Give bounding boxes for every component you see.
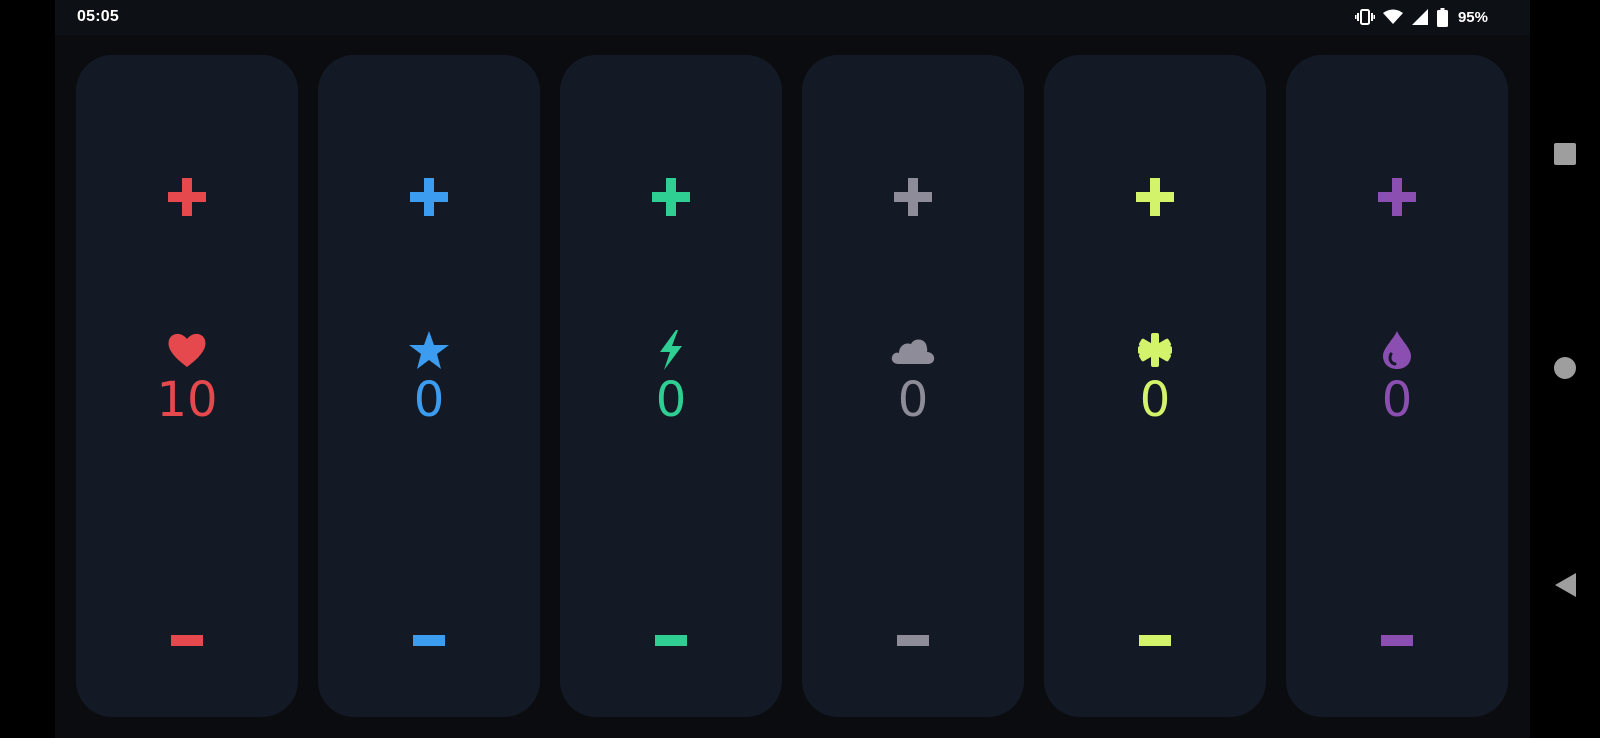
cloud-icon (891, 339, 935, 364)
decrement-button[interactable] (560, 590, 782, 690)
decrement-button[interactable] (1044, 590, 1266, 690)
counter-card-lime: 0 (1044, 55, 1266, 717)
battery-icon (1436, 7, 1448, 27)
decrement-button[interactable] (1286, 590, 1508, 690)
plus-icon (894, 178, 932, 216)
increment-button[interactable] (1044, 147, 1266, 247)
vibrate-icon (1354, 9, 1375, 25)
decrement-button[interactable] (76, 590, 298, 690)
increment-button[interactable] (560, 147, 782, 247)
counter-value: 0 (413, 372, 445, 428)
minus-icon (897, 634, 929, 646)
counter-display: 0 (560, 330, 782, 428)
recents-button[interactable] (1530, 124, 1600, 184)
plus-icon (410, 178, 448, 216)
asterisk-icon (1138, 333, 1172, 367)
star-icon (409, 331, 449, 369)
increment-button[interactable] (76, 147, 298, 247)
plus-icon (1378, 178, 1416, 216)
counter-display: 10 (76, 330, 298, 428)
back-triangle-icon (1555, 573, 1576, 597)
battery-percentage: 95% (1457, 8, 1488, 26)
drop-icon (1383, 331, 1411, 369)
app-screen: 05:05 95% 10 0 0 0 0 0 (55, 0, 1530, 738)
circle-icon (1554, 357, 1576, 379)
counter-value: 0 (897, 372, 929, 428)
square-icon (1554, 143, 1576, 165)
counter-value: 0 (655, 372, 687, 428)
navigation-bar (1530, 0, 1600, 738)
plus-icon (652, 178, 690, 216)
counter-card-blue: 0 (318, 55, 540, 717)
heart-icon (168, 333, 206, 367)
minus-icon (1381, 634, 1413, 646)
minus-icon (1139, 634, 1171, 646)
counter-display: 0 (1044, 330, 1266, 428)
counter-card-gray: 0 (802, 55, 1024, 717)
counter-card-red: 10 (76, 55, 298, 717)
status-icons: 95% (1354, 7, 1488, 27)
plus-icon (1136, 178, 1174, 216)
increment-button[interactable] (802, 147, 1024, 247)
increment-button[interactable] (318, 147, 540, 247)
increment-button[interactable] (1286, 147, 1508, 247)
counter-card-purple: 0 (1286, 55, 1508, 717)
plus-icon (168, 178, 206, 216)
counter-card-green: 0 (560, 55, 782, 717)
home-button[interactable] (1530, 338, 1600, 398)
wifi-icon (1382, 9, 1403, 25)
status-bar: 05:05 95% (55, 0, 1530, 35)
counter-display: 0 (318, 330, 540, 428)
counter-list: 10 0 0 0 0 0 (76, 55, 1508, 717)
counter-display: 0 (1286, 330, 1508, 428)
decrement-button[interactable] (802, 590, 1024, 690)
status-time: 05:05 (77, 8, 119, 25)
decrement-button[interactable] (318, 590, 540, 690)
bolt-icon (660, 330, 682, 370)
counter-value: 0 (1139, 372, 1171, 428)
counter-value: 0 (1381, 372, 1413, 428)
minus-icon (413, 634, 445, 646)
back-button[interactable] (1530, 555, 1600, 615)
minus-icon (655, 634, 687, 646)
counter-display: 0 (802, 330, 1024, 428)
cell-signal-icon (1411, 8, 1429, 26)
counter-value: 10 (156, 372, 218, 428)
minus-icon (171, 634, 203, 646)
